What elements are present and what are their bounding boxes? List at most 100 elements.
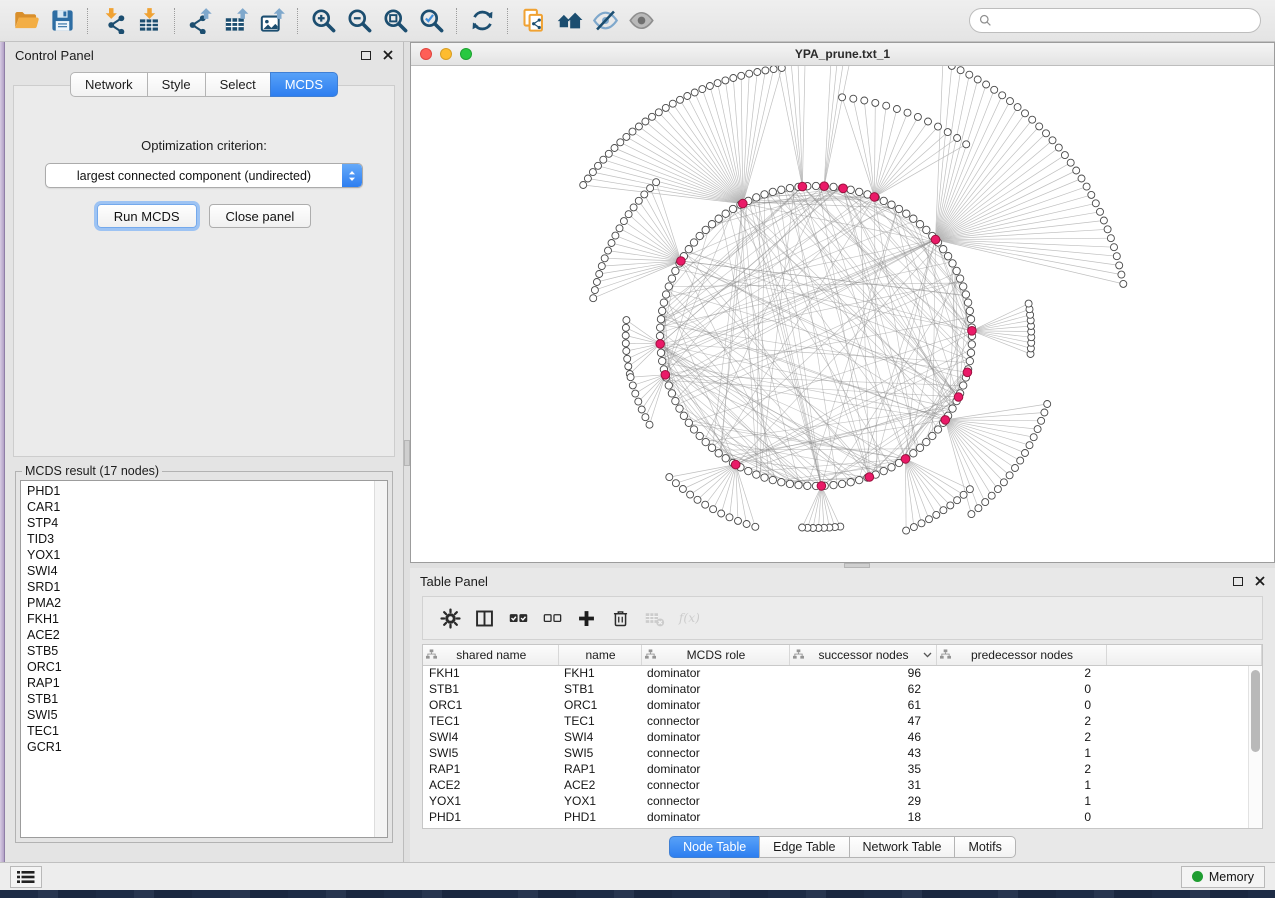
run-mcds-button[interactable]: Run MCDS (97, 204, 197, 228)
mcds-result-item[interactable]: TEC1 (27, 723, 387, 739)
mcds-result-item[interactable]: ACE2 (27, 627, 387, 643)
task-history-button[interactable] (10, 866, 42, 888)
float-table-panel-button[interactable] (1233, 577, 1243, 586)
zoom-out-icon (346, 7, 373, 34)
table-row[interactable]: TEC1TEC1connector472 (423, 713, 1262, 729)
column-header-shared-name[interactable]: shared name (423, 645, 558, 665)
zoom-selected-icon (418, 7, 445, 34)
column-header-name[interactable]: name (558, 645, 641, 665)
zoom-fit-button[interactable] (377, 4, 413, 38)
table-row[interactable]: ORC1ORC1dominator610 (423, 697, 1262, 713)
splitter-grip[interactable] (404, 440, 410, 466)
cell-successor-nodes: 61 (789, 697, 936, 713)
mcds-result-item[interactable]: PHD1 (27, 483, 387, 499)
column-browser-button[interactable] (469, 603, 499, 633)
column-header-predecessor-nodes[interactable]: predecessor nodes (936, 645, 1106, 665)
tab-network-table[interactable]: Network Table (849, 836, 956, 858)
mcds-result-item[interactable]: STB1 (27, 691, 387, 707)
mcds-result-item[interactable]: STP4 (27, 515, 387, 531)
select-all-rows-button[interactable] (503, 603, 533, 633)
table-scrollbar[interactable] (1248, 666, 1262, 828)
hide-selected-button[interactable] (587, 4, 623, 38)
mcds-result-item[interactable]: RAP1 (27, 675, 387, 691)
close-window-button[interactable] (420, 48, 432, 60)
table-settings-button[interactable] (435, 603, 465, 633)
mcds-result-item[interactable]: FKH1 (27, 611, 387, 627)
network-view-window: YPA_prune.txt_1 (410, 42, 1275, 563)
horizontal-splitter[interactable] (410, 563, 1275, 568)
search-input[interactable] (998, 14, 1251, 28)
uncheck-all-icon (542, 608, 563, 629)
table-row[interactable]: FKH1FKH1dominator962 (423, 665, 1262, 681)
cell-successor-nodes: 47 (789, 713, 936, 729)
mcds-result-item[interactable]: STB5 (27, 643, 387, 659)
float-panel-button[interactable] (361, 51, 371, 60)
deselect-all-rows-button[interactable] (537, 603, 567, 633)
criterion-label: Optimization criterion: (141, 138, 267, 153)
zoom-selected-button[interactable] (413, 4, 449, 38)
toolbar-separator (456, 8, 457, 34)
zoom-out-button[interactable] (341, 4, 377, 38)
open-file-button[interactable] (8, 4, 44, 38)
cell-MCDS-role: connector (641, 777, 789, 793)
tab-node-table[interactable]: Node Table (669, 836, 760, 858)
network-canvas[interactable] (411, 66, 1274, 562)
export-image-button[interactable] (254, 4, 290, 38)
mcds-result-item[interactable]: CAR1 (27, 499, 387, 515)
import-table-button[interactable] (131, 4, 167, 38)
zoom-in-button[interactable] (305, 4, 341, 38)
tab-network[interactable]: Network (70, 72, 148, 97)
close-panel-button[interactable] (383, 50, 393, 60)
first-neighbors-button[interactable] (551, 4, 587, 38)
mcds-result-item[interactable]: YOX1 (27, 547, 387, 563)
column-header-filler (1106, 645, 1262, 665)
cell-successor-nodes: 96 (789, 665, 936, 681)
close-panel-button-mcds[interactable]: Close panel (209, 204, 312, 228)
mcds-result-item[interactable]: PMA2 (27, 595, 387, 611)
table-row[interactable]: RAP1RAP1dominator352 (423, 761, 1262, 777)
column-header-successor-nodes[interactable]: successor nodes (789, 645, 936, 665)
tab-motifs[interactable]: Motifs (954, 836, 1015, 858)
create-column-button[interactable] (571, 603, 601, 633)
mcds-result-item[interactable]: GCR1 (27, 739, 387, 755)
tab-mcds[interactable]: MCDS (270, 72, 338, 97)
table-row[interactable]: ACE2ACE2connector311 (423, 777, 1262, 793)
mcds-result-item[interactable]: TID3 (27, 531, 387, 547)
cell-shared-name: ACE2 (423, 777, 558, 793)
import-network-button[interactable] (95, 4, 131, 38)
mcds-result-item[interactable]: ORC1 (27, 659, 387, 675)
memory-button[interactable]: Memory (1181, 866, 1265, 888)
criterion-select[interactable]: largest connected component (undirected) (45, 163, 363, 188)
maximize-window-button[interactable] (460, 48, 472, 60)
scrollbar-thumb[interactable] (1251, 670, 1260, 752)
table-row[interactable]: STB1STB1dominator620 (423, 681, 1262, 697)
minimize-window-button[interactable] (440, 48, 452, 60)
clone-network-button[interactable] (515, 4, 551, 38)
sort-desc-icon (923, 652, 932, 658)
refresh-view-button[interactable] (464, 4, 500, 38)
close-table-panel-button[interactable] (1255, 576, 1265, 586)
show-all-button[interactable] (623, 4, 659, 38)
mcds-result-item[interactable]: SRD1 (27, 579, 387, 595)
table-row[interactable]: PHD1PHD1dominator180 (423, 809, 1262, 825)
tab-select[interactable]: Select (205, 72, 271, 97)
mcds-result-item[interactable]: SWI4 (27, 563, 387, 579)
column-header-MCDS-role[interactable]: MCDS role (641, 645, 789, 665)
save-session-button[interactable] (44, 4, 80, 38)
splitter-grip[interactable] (844, 563, 870, 568)
export-network-button[interactable] (182, 4, 218, 38)
table-row[interactable]: SWI5SWI5connector431 (423, 745, 1262, 761)
tab-edge-table[interactable]: Edge Table (759, 836, 849, 858)
export-table-button[interactable] (218, 4, 254, 38)
table-row[interactable]: YOX1YOX1connector291 (423, 793, 1262, 809)
table-row[interactable]: SWI4SWI4dominator462 (423, 729, 1262, 745)
mcds-result-item[interactable]: SWI5 (27, 707, 387, 723)
vertical-splitter[interactable] (404, 42, 410, 862)
plus-icon (576, 608, 597, 629)
list-scrollbar[interactable] (374, 481, 387, 837)
delete-rows-button[interactable] (605, 603, 635, 633)
tab-style[interactable]: Style (147, 72, 206, 97)
floppy-icon (49, 7, 76, 34)
cell-predecessor-nodes: 1 (936, 793, 1106, 809)
check-all-icon (508, 608, 529, 629)
